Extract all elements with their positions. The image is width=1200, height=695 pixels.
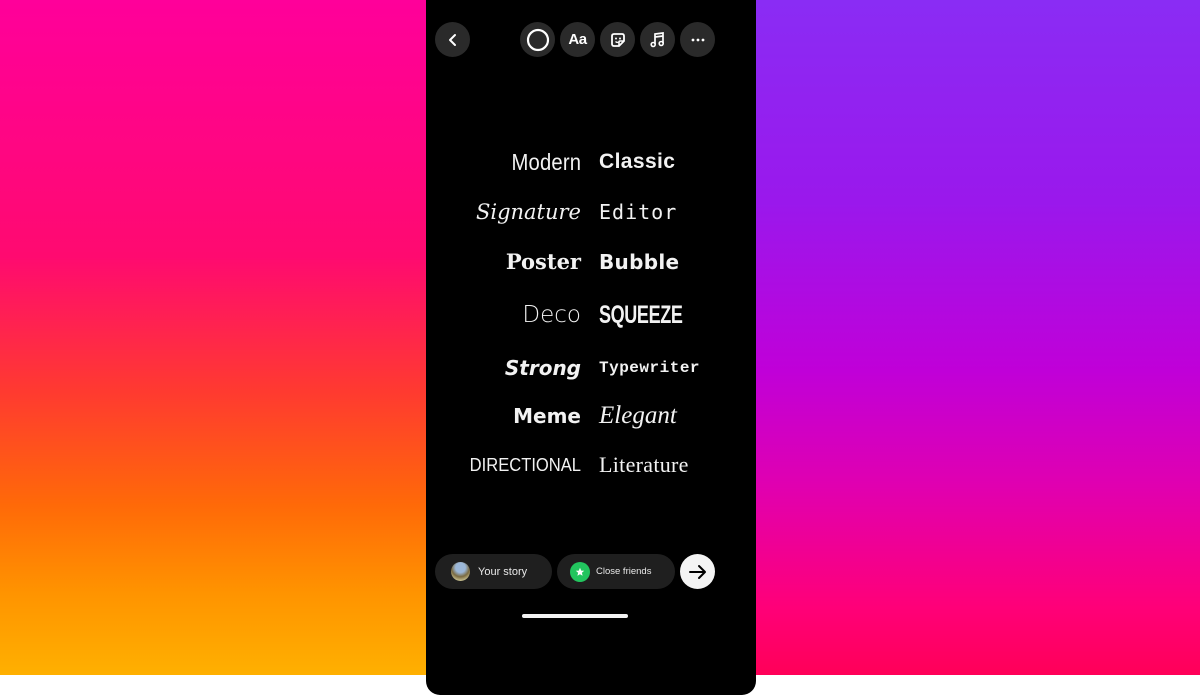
your-story-label: Your story bbox=[478, 565, 528, 578]
back-button[interactable] bbox=[435, 22, 470, 57]
font-option-meme[interactable]: Meme bbox=[513, 396, 581, 436]
font-option-literature[interactable]: Literature bbox=[599, 445, 689, 485]
status-bar bbox=[426, 0, 756, 4]
send-button[interactable] bbox=[680, 554, 715, 589]
avatar bbox=[451, 562, 470, 581]
share-bar: Your story Close friends bbox=[426, 554, 756, 590]
font-option-strong[interactable]: Strong bbox=[505, 348, 581, 388]
font-option-deco[interactable]: Deco bbox=[522, 295, 581, 335]
font-row: Poster Bubble bbox=[426, 242, 756, 282]
font-option-elegant[interactable]: Elegant bbox=[599, 396, 677, 436]
font-option-directional[interactable]: DIRECTIONAL bbox=[470, 445, 581, 485]
font-row: DIRECTIONAL Literature bbox=[426, 445, 756, 485]
font-option-modern[interactable]: Modern bbox=[511, 142, 581, 182]
more-horizontal-icon bbox=[691, 38, 704, 41]
phone-screen: Aa Modern Classic Signature Editor Poste… bbox=[426, 0, 756, 695]
story-toolbar: Aa bbox=[426, 22, 756, 58]
text-style-button[interactable]: Aa bbox=[560, 22, 595, 57]
font-option-bubble[interactable]: Bubble bbox=[599, 242, 679, 282]
font-row: Deco SQUEEZE bbox=[426, 295, 756, 335]
home-indicator[interactable] bbox=[522, 614, 628, 618]
text-style-label: Aa bbox=[568, 31, 587, 48]
font-row: Strong Typewriter bbox=[426, 348, 756, 388]
font-option-typewriter[interactable]: Typewriter bbox=[599, 348, 700, 388]
font-row: Signature Editor bbox=[426, 192, 756, 232]
circle-icon bbox=[526, 28, 549, 51]
font-option-poster[interactable]: Poster bbox=[506, 242, 581, 282]
font-option-classic[interactable]: Classic bbox=[599, 142, 675, 182]
chevron-left-icon bbox=[448, 33, 456, 46]
font-option-signature[interactable]: Signature bbox=[476, 192, 581, 232]
music-note-icon bbox=[649, 31, 664, 47]
font-row: Meme Elegant bbox=[426, 396, 756, 436]
close-friends-label: Close friends bbox=[596, 566, 652, 577]
font-row: Modern Classic bbox=[426, 142, 756, 182]
more-button[interactable] bbox=[680, 22, 715, 57]
arrow-right-icon bbox=[688, 564, 706, 579]
close-friends-star-icon bbox=[570, 561, 590, 582]
color-circle-button[interactable] bbox=[520, 22, 555, 57]
font-option-editor[interactable]: Editor bbox=[599, 192, 677, 232]
close-friends-button[interactable]: Close friends bbox=[557, 554, 675, 589]
music-button[interactable] bbox=[640, 22, 675, 57]
sticker-icon bbox=[610, 32, 625, 47]
sticker-button[interactable] bbox=[600, 22, 635, 57]
your-story-button[interactable]: Your story bbox=[435, 554, 552, 589]
font-option-squeeze[interactable]: SQUEEZE bbox=[599, 295, 683, 335]
